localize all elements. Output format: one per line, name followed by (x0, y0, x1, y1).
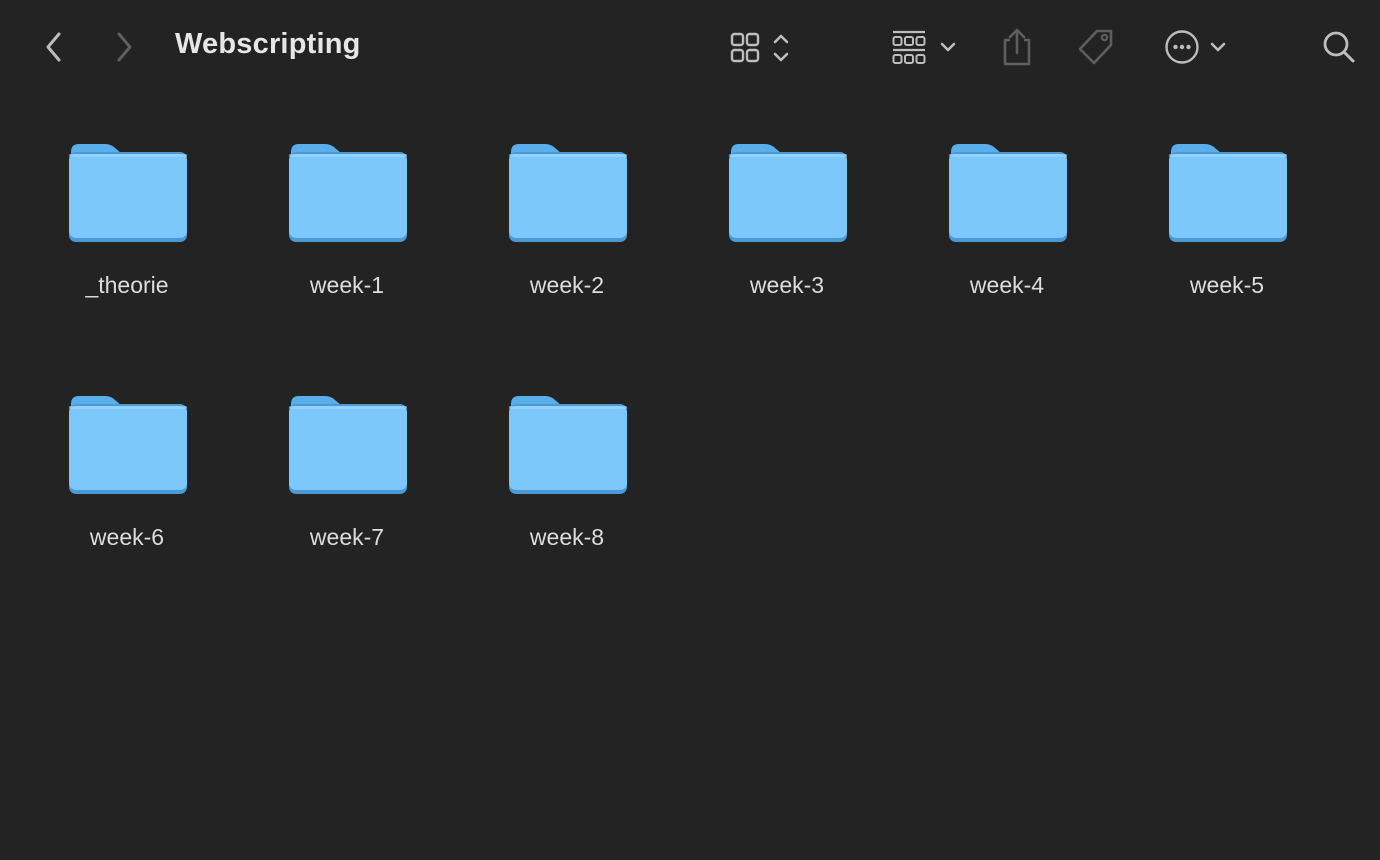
folder-item[interactable]: week-8 (467, 394, 667, 574)
folder-icon (69, 396, 187, 494)
folder-icon (509, 396, 627, 494)
folder-label: week-1 (309, 272, 385, 298)
folder-label: week-5 (1189, 272, 1265, 298)
folder-icon (69, 144, 187, 242)
folder-icon (289, 396, 407, 494)
folder-icon (509, 144, 627, 242)
folder-icon (949, 144, 1067, 242)
folder-label: week-2 (529, 272, 605, 298)
folder-label: week-4 (969, 272, 1045, 298)
folder-label: week-3 (749, 272, 825, 298)
folder-item[interactable]: week-5 (1127, 142, 1327, 322)
folder-item[interactable]: week-7 (247, 394, 447, 574)
folder-item[interactable]: week-1 (247, 142, 447, 322)
folder-label: _theorie (85, 272, 169, 298)
folder-label: week-6 (89, 524, 165, 550)
folder-icon (1169, 144, 1287, 242)
folder-icon (729, 144, 847, 242)
folder-label: week-7 (309, 524, 385, 550)
folder-item[interactable]: _theorie (27, 142, 227, 322)
folder-item[interactable]: week-4 (907, 142, 1107, 322)
folder-grid: _theorie week-1 week-2 week-3 week-4 week-5 we… (0, 0, 1380, 860)
folder-item[interactable]: week-3 (687, 142, 887, 322)
folder-item[interactable]: week-6 (27, 394, 227, 574)
folder-item[interactable]: week-2 (467, 142, 667, 322)
folder-icon (289, 144, 407, 242)
folder-label: week-8 (529, 524, 605, 550)
finder-window: Webscripting _theorie week-1 week-2 week… (0, 0, 1380, 860)
